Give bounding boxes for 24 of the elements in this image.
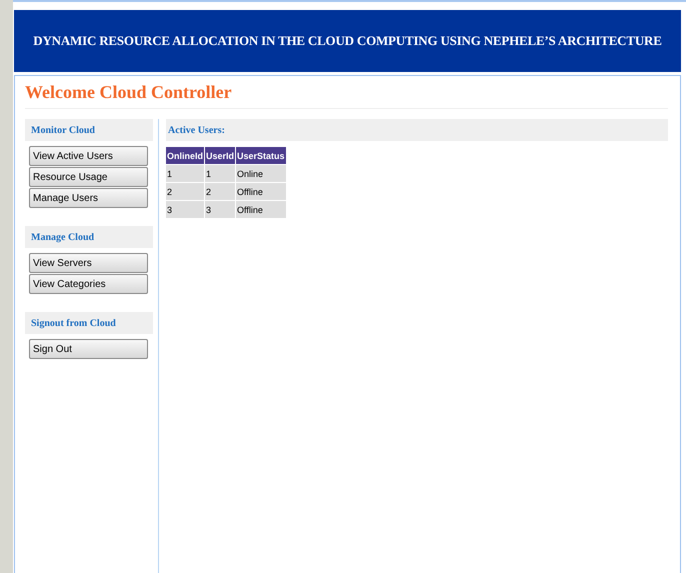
column-header: OnlineId bbox=[166, 147, 204, 164]
table-cell: 3 bbox=[166, 201, 204, 218]
site-title: DYNAMIC RESOURCE ALLOCATION IN THE CLOUD COMPUTING USING NEPHELE’S ARCHITECTURE bbox=[33, 33, 662, 49]
section-heading: Monitor Cloud bbox=[25, 119, 153, 141]
nav-button[interactable]: Manage Users bbox=[29, 188, 148, 208]
table-cell: Offline bbox=[236, 183, 286, 200]
nav-button[interactable]: View Active Users bbox=[29, 146, 148, 166]
content-heading: Active Users: bbox=[166, 119, 668, 141]
table-cell: 1 bbox=[205, 165, 236, 182]
welcome-heading: Welcome Cloud Controller bbox=[25, 82, 668, 109]
section-heading: Signout from Cloud bbox=[25, 312, 153, 334]
nav-button[interactable]: Resource Usage bbox=[29, 167, 148, 187]
table-cell: 2 bbox=[205, 183, 236, 200]
table-cell: Online bbox=[236, 165, 286, 182]
column-header: UserStatus bbox=[236, 147, 286, 164]
nav-button[interactable]: Sign Out bbox=[29, 339, 148, 359]
table-cell: 1 bbox=[166, 165, 204, 182]
table-cell: 2 bbox=[166, 183, 204, 200]
nav-button[interactable]: View Servers bbox=[29, 253, 148, 273]
table-cell: Offline bbox=[236, 201, 286, 218]
column-header: UserId bbox=[205, 147, 236, 164]
nav-button[interactable]: View Categories bbox=[29, 274, 148, 294]
table-cell: 3 bbox=[205, 201, 236, 218]
section-heading: Manage Cloud bbox=[25, 226, 153, 248]
